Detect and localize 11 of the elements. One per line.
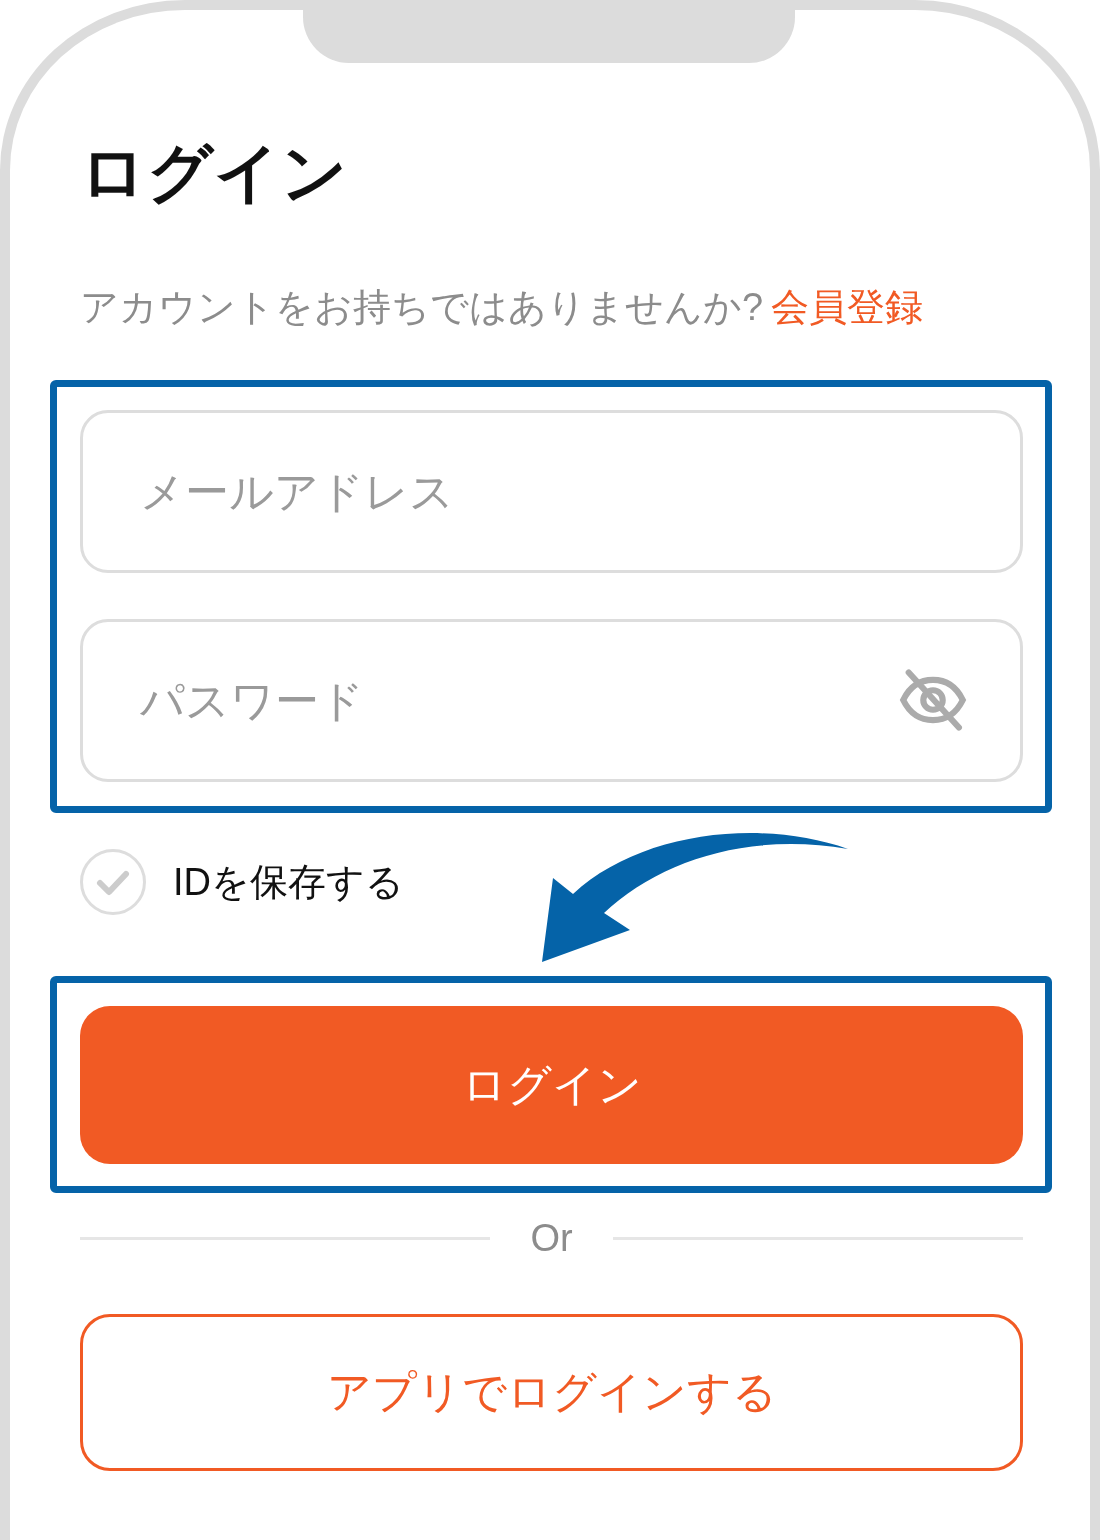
eye-slash-icon[interactable] xyxy=(899,666,967,734)
checkbox-icon[interactable] xyxy=(80,849,146,915)
remember-id-label: IDを保存する xyxy=(173,860,404,905)
email-field[interactable]: メールアドレス xyxy=(80,410,1023,573)
signup-prompt: アカウントをお持ちではありませんか? 会員登録 xyxy=(80,285,924,330)
divider-label: Or xyxy=(530,1216,573,1261)
login-button[interactable]: ログイン xyxy=(80,1006,1023,1164)
app-login-button[interactable]: アプリでログインする xyxy=(80,1314,1023,1471)
page-title: ログイン xyxy=(80,135,348,211)
signup-link[interactable]: 会員登録 xyxy=(771,286,924,328)
password-field[interactable]: パスワード xyxy=(80,619,1023,782)
